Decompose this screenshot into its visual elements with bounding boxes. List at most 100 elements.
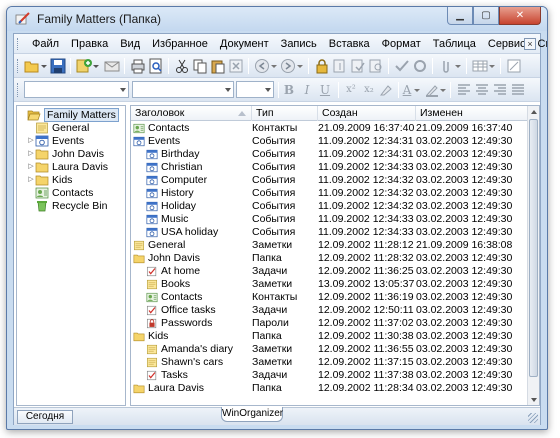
menu-item[interactable]: Формат	[376, 34, 427, 54]
scroll-down-button[interactable]	[528, 394, 539, 405]
font-size-combo[interactable]	[236, 81, 274, 98]
forward-icon[interactable]	[280, 58, 296, 74]
tree-item[interactable]: ▷ Events	[27, 134, 84, 147]
paste-icon[interactable]	[210, 58, 226, 74]
font-color-button[interactable]: A	[400, 82, 414, 98]
list-row[interactable]: General Заметки 12.09.2002 11:28:12 21.09.2…	[131, 239, 529, 252]
mdi-close-button[interactable]: ×	[524, 38, 536, 50]
tree-expander-icon[interactable]: ▷	[27, 173, 35, 186]
list-row[interactable]: Books Заметки 13.09.2002 13:05:37 03.02.200…	[131, 278, 529, 291]
scroll-up-button[interactable]	[528, 106, 539, 117]
column-header-type[interactable]: Тип	[252, 106, 318, 121]
font-combo[interactable]	[132, 81, 234, 98]
underline-button[interactable]: U	[318, 82, 332, 98]
clip-icon[interactable]	[412, 58, 428, 74]
justify-icon[interactable]	[510, 82, 526, 98]
menu-item[interactable]: Избранное	[146, 34, 214, 54]
minimize-button[interactable]: ▁	[447, 7, 473, 25]
menu-item[interactable]: Вставка	[323, 34, 376, 54]
tree-expander-icon[interactable]	[27, 121, 35, 134]
list-row[interactable]: Birthday События 11.09.2002 12:34:31 03.02.…	[131, 148, 529, 161]
menu-grip[interactable]	[17, 38, 20, 50]
list-row[interactable]: Computer События 11.09.2002 12:34:32 03.02.…	[131, 174, 529, 187]
today-button[interactable]: Сегодня	[17, 410, 73, 424]
vertical-scrollbar[interactable]	[527, 106, 539, 405]
list-row[interactable]: Music События 11.09.2002 12:34:33 03.02.200…	[131, 213, 529, 226]
list-row[interactable]: Holiday События 11.09.2002 12:34:32 03.02.2…	[131, 200, 529, 213]
menu-item[interactable]: Запись	[275, 34, 323, 54]
align-right-icon[interactable]	[492, 82, 508, 98]
tree-expander-icon[interactable]	[27, 199, 35, 212]
list-row[interactable]: Christian События 11.09.2002 12:34:33 03.02…	[131, 161, 529, 174]
maximize-button[interactable]: ▢	[473, 7, 499, 25]
menu-item[interactable]: Таблица	[427, 34, 482, 54]
list-row[interactable]: USA holiday События 11.09.2002 12:34:33 03.…	[131, 226, 529, 239]
copy-icon[interactable]	[192, 58, 208, 74]
title-bar[interactable]: Family Matters (Папка) ▁ ▢ ✕	[7, 7, 547, 31]
menu-item[interactable]: Файл	[26, 34, 65, 54]
list-row[interactable]: Amanda's diary Заметки 12.09.2002 11:36:55…	[131, 343, 529, 356]
window-icon[interactable]	[506, 58, 522, 74]
menu-item[interactable]: Правка	[65, 34, 114, 54]
resize-grip[interactable]	[528, 413, 538, 423]
list-row[interactable]: Office tasks Задачи 12.09.2002 12:50:11 03.…	[131, 304, 529, 317]
new-item-icon[interactable]	[76, 58, 92, 74]
table-icon[interactable]	[472, 58, 488, 74]
tab-winorganizer[interactable]: WinOrganizer	[221, 407, 283, 422]
subscript-button[interactable]: x₂	[362, 82, 376, 98]
bold-button[interactable]: B	[282, 82, 296, 98]
open-folder-icon[interactable]	[24, 58, 40, 74]
clear-format-icon[interactable]	[378, 82, 394, 98]
menu-item[interactable]: Вид	[114, 34, 146, 54]
save-icon[interactable]	[50, 58, 66, 74]
tree-item[interactable]: ▷ Laura Davis	[27, 160, 108, 173]
list-row[interactable]: Tasks Задачи 12.09.2002 11:37:38 03.02.2003…	[131, 369, 529, 382]
print-icon[interactable]	[130, 58, 146, 74]
attach-icon[interactable]	[332, 58, 348, 74]
tree-item[interactable]: ▷ Kids	[27, 173, 72, 186]
tree-expander-icon[interactable]: ▷	[27, 160, 35, 173]
column-header-modified[interactable]: Изменен	[416, 106, 529, 121]
highlight-icon[interactable]	[424, 82, 440, 98]
paperclip-icon[interactable]	[438, 58, 454, 74]
toolbar-grip[interactable]	[17, 83, 20, 97]
close-button[interactable]: ✕	[499, 7, 541, 25]
lock-icon[interactable]	[314, 58, 330, 74]
align-left-icon[interactable]	[456, 82, 472, 98]
find-icon[interactable]	[368, 58, 384, 74]
list-row[interactable]: Contacts Контакты 21.09.2009 16:37:40 21.09…	[131, 122, 529, 135]
tree-expander-icon[interactable]: ▷	[27, 147, 35, 160]
align-center-icon[interactable]	[474, 82, 490, 98]
cut-icon[interactable]	[174, 58, 190, 74]
column-header-created[interactable]: Создан	[318, 106, 416, 121]
menu-item[interactable]: Документ	[214, 34, 275, 54]
tree-item[interactable]: General	[27, 121, 89, 134]
delete-icon[interactable]	[228, 58, 244, 74]
check-icon[interactable]	[394, 58, 410, 74]
mail-icon[interactable]	[104, 58, 120, 74]
italic-button[interactable]: I	[300, 82, 314, 98]
print-preview-icon[interactable]	[148, 58, 164, 74]
back-icon[interactable]	[254, 58, 270, 74]
tree-item[interactable]: ▷ John Davis	[27, 147, 104, 160]
list-row[interactable]: Kids Папка 12.09.2002 11:30:38 03.02.2003 1…	[131, 330, 529, 343]
tree-item[interactable]: Recycle Bin	[27, 199, 107, 212]
tree-item[interactable]: Family Matters	[19, 107, 119, 122]
list-row[interactable]: Contacts Контакты 12.09.2002 11:36:19 03.02…	[131, 291, 529, 304]
spellcheck-icon[interactable]	[350, 58, 366, 74]
tree-item[interactable]: Contacts	[27, 186, 93, 199]
superscript-button[interactable]: x²	[344, 82, 358, 98]
list-row[interactable]: Laura Davis Папка 12.09.2002 11:28:34 03.02…	[131, 382, 529, 395]
toolbar-grip[interactable]	[17, 59, 20, 73]
list-row[interactable]: Shawn's cars Заметки 12.09.2002 11:37:15 03…	[131, 356, 529, 369]
list-row[interactable]: Passwords Пароли 12.09.2002 11:37:02 03.02.…	[131, 317, 529, 330]
scroll-thumb[interactable]	[529, 119, 538, 377]
list-row[interactable]: Events События 11.09.2002 12:34:31 03.02.20…	[131, 135, 529, 148]
list-row[interactable]: At home Задачи 12.09.2002 11:36:25 03.02.20…	[131, 265, 529, 278]
style-combo[interactable]	[24, 81, 129, 98]
column-header-title[interactable]: Заголовок	[131, 106, 252, 121]
tree-expander-icon[interactable]	[27, 186, 35, 199]
list-row[interactable]: History События 11.09.2002 12:34:32 03.02.2…	[131, 187, 529, 200]
tree-expander-icon[interactable]	[19, 108, 27, 121]
tree-expander-icon[interactable]: ▷	[27, 134, 35, 147]
